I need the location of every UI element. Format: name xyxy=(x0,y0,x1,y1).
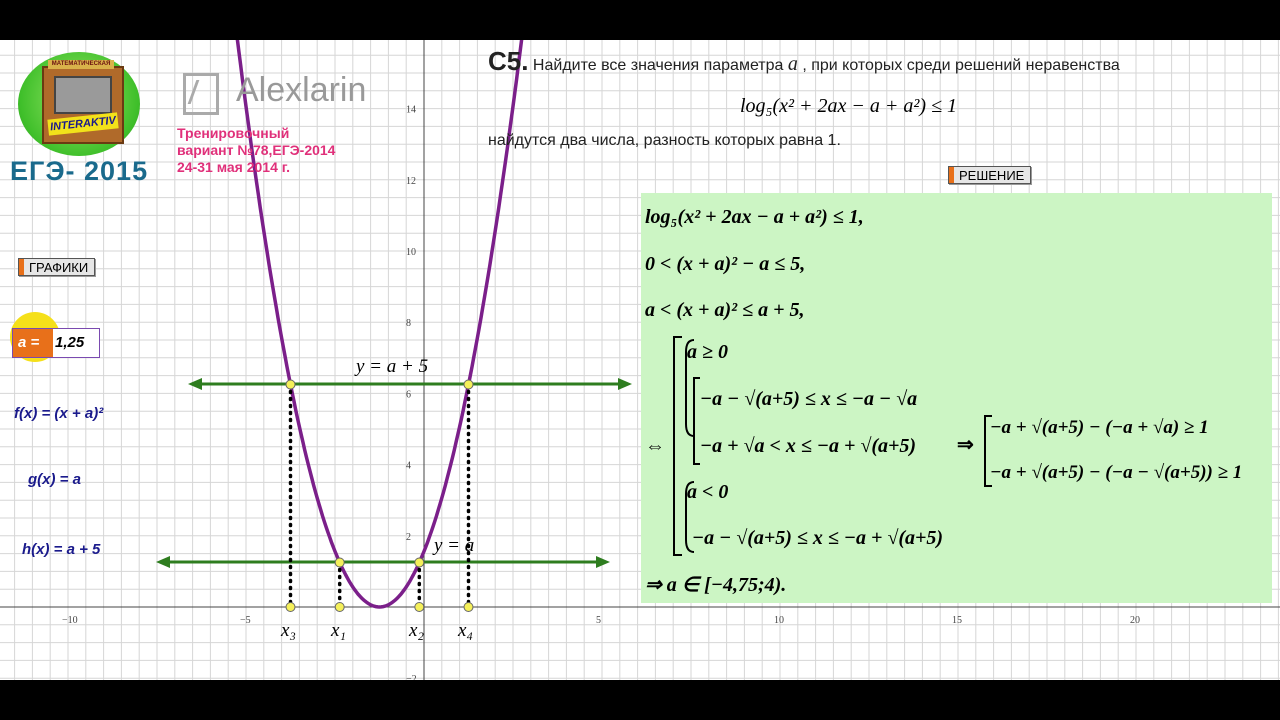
x-tick-label: −10 xyxy=(62,615,78,626)
video-frame: −10 −5 5 10 15 20 14 12 10 8 6 4 2 −2 y = a + 5 xyxy=(0,0,1280,720)
case-interval-3: −a − √(a+5) ≤ x ≤ −a + √(a+5) xyxy=(692,527,943,549)
point-x1 xyxy=(334,557,345,568)
equivalence-arrow: ⇔ xyxy=(645,435,665,457)
implies-arrow: ⇒ xyxy=(957,434,974,456)
letterbox-bottom xyxy=(0,680,1280,720)
watermark-brand: Alexlarin xyxy=(236,71,367,109)
label-x3: x₃ xyxy=(280,620,296,641)
case-interval-2: −a + √a < x ≤ −a + √(a+5) xyxy=(700,435,916,457)
y-tick-label: 8 xyxy=(406,318,411,329)
problem-text-end: найдутся два числа, разность которых рав… xyxy=(488,132,841,149)
problem-id: С5. xyxy=(488,46,529,76)
point-x1-axis xyxy=(334,602,345,612)
y-tick-label: 10 xyxy=(406,247,416,258)
solution-line-1: log₅(x² + 2ax − a + a²) ≤ 1, xyxy=(645,206,864,228)
exam-title: ЕГЭ- 2015 xyxy=(10,156,149,186)
x-tick-label: 5 xyxy=(596,615,601,626)
y-tick-label: 6 xyxy=(406,389,411,400)
point-x3 xyxy=(285,379,296,390)
arrow-left-icon xyxy=(188,378,202,390)
geogebra-canvas: −10 −5 5 10 15 20 14 12 10 8 6 4 2 −2 y = a + 5 xyxy=(0,40,1280,680)
problem-text-before: Найдите все значения параметра xyxy=(532,57,784,74)
letterbox-top xyxy=(0,0,1280,40)
slider-label: a = xyxy=(13,329,53,357)
result-1: −a + √(a+5) − (−a + √a) ≥ 1 xyxy=(990,417,1209,438)
x-tick-label: 15 xyxy=(952,615,962,626)
label-x1: x₁ xyxy=(330,620,346,641)
problem-param: a xyxy=(787,53,798,75)
problem-inequality: log₅(x² + 2ax − a + a²) ≤ 1 xyxy=(740,95,957,117)
variant-line-1: Тренировочный xyxy=(177,125,290,141)
y-tick-label: 4 xyxy=(406,461,411,472)
label-x2: x₂ xyxy=(408,620,424,641)
problem-text-after: , при которых среди решений неравенства xyxy=(802,57,1120,74)
function-f-label: f(x) = (x + a)² xyxy=(14,405,104,422)
label-y-a-plus-5: y = a + 5 xyxy=(354,356,428,377)
logo-badge-small: МАТЕМАТИЧЕСКАЯ xyxy=(48,60,114,69)
label-x4: x₄ xyxy=(457,620,473,641)
point-x3-axis xyxy=(285,602,296,612)
variant-info: Тренировочный вариант №78,ЕГЭ-2014 24-31… xyxy=(177,125,335,176)
interaktiv-logo: МАТЕМАТИЧЕСКАЯ INTERAKTIV xyxy=(18,52,140,156)
problem-statement: С5. Найдите все значения параметра a , п… xyxy=(488,46,1120,77)
case-a-neg: a < 0 xyxy=(687,481,728,503)
label-y-a: y = a xyxy=(432,535,474,556)
arrow-left-icon xyxy=(156,556,170,568)
final-answer: ⇒ a ∈ [−4,75;4). xyxy=(645,574,786,596)
point-x2-axis xyxy=(414,602,425,612)
solution-button[interactable]: РЕШЕНИЕ xyxy=(948,166,1032,184)
x-tick-label: 20 xyxy=(1130,615,1140,626)
alexlarin-logo-icon xyxy=(183,73,219,115)
arrow-right-icon xyxy=(618,378,632,390)
point-x4 xyxy=(463,379,474,390)
point-x2 xyxy=(414,557,425,568)
intersection-points xyxy=(285,379,474,612)
case-interval-1: −a − √(a+5) ≤ x ≤ −a − √a xyxy=(700,388,917,410)
y-tick-label: 2 xyxy=(406,532,411,543)
slider-value[interactable]: 1,25 xyxy=(55,329,84,357)
variant-line-3: 24-31 мая 2014 г. xyxy=(177,159,291,175)
result-2: −a + √(a+5) − (−a − √(a+5)) ≥ 1 xyxy=(990,462,1242,483)
y-tick-label: 14 xyxy=(406,105,416,116)
solution-line-2: 0 < (x + a)² − a ≤ 5, xyxy=(645,253,805,275)
graphs-button[interactable]: ГРАФИКИ xyxy=(18,258,96,276)
case-a-nonneg: a ≥ 0 xyxy=(687,341,728,363)
solution-line-3: a < (x + a)² ≤ a + 5, xyxy=(645,299,804,321)
line-y-a-plus-5 xyxy=(188,378,632,390)
function-g-label: g(x) = a xyxy=(28,471,81,488)
line-y-a xyxy=(156,556,610,568)
x-tick-label: −5 xyxy=(240,615,251,626)
point-x4-axis xyxy=(463,602,474,612)
slider-a-input[interactable]: a = 1,25 xyxy=(12,328,100,358)
function-h-label: h(x) = a + 5 xyxy=(22,541,101,558)
y-tick-label: 12 xyxy=(406,176,416,187)
arrow-right-icon xyxy=(596,556,610,568)
variant-line-2: вариант №78,ЕГЭ-2014 xyxy=(177,142,336,158)
x-tick-label: 10 xyxy=(774,615,784,626)
